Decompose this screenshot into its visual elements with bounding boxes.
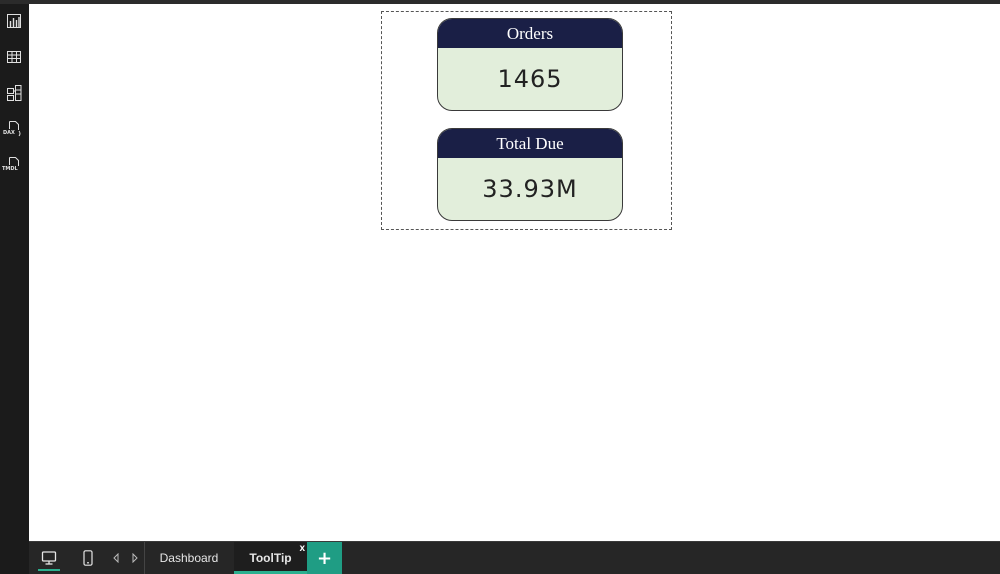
card-value: 1465 (497, 65, 563, 93)
desktop-monitor-icon (41, 551, 57, 565)
dax-query-button[interactable]: DAX (2, 117, 26, 141)
mobile-phone-icon (83, 550, 93, 566)
tmdl-view-button[interactable]: TMDL (2, 153, 26, 177)
orders-card[interactable]: Orders 1465 (437, 18, 623, 111)
model-view-icon (7, 85, 22, 101)
card-title: Total Due (438, 129, 622, 158)
total-due-card[interactable]: Total Due 33.93M (437, 128, 623, 221)
next-page-button[interactable] (128, 542, 142, 574)
chevron-right-icon (132, 553, 138, 563)
model-view-button[interactable] (2, 81, 26, 105)
prev-page-button[interactable] (109, 542, 123, 574)
add-page-button[interactable]: + (307, 542, 342, 574)
tab-tooltip[interactable]: ToolTip x (234, 542, 307, 574)
card-title: Orders (438, 19, 622, 48)
table-view-button[interactable] (2, 45, 26, 69)
close-tab-icon[interactable]: x (299, 543, 305, 554)
plus-icon: + (316, 547, 333, 569)
tab-label: Dashboard (159, 551, 219, 565)
card-value: 33.93M (482, 175, 578, 203)
left-rail: DAX TMDL (0, 4, 29, 574)
tab-label: ToolTip (249, 551, 292, 565)
chevron-left-icon (113, 553, 119, 563)
report-view-icon (7, 14, 21, 28)
desktop-layout-button[interactable] (35, 542, 63, 574)
table-view-icon (7, 51, 21, 63)
dax-badge: DAX (3, 130, 15, 136)
tab-dashboard[interactable]: Dashboard (145, 542, 233, 574)
report-view-button[interactable] (2, 9, 26, 33)
page-tabs-bar: Dashboard ToolTip x + (29, 541, 1000, 574)
tmdl-badge: TMDL (2, 166, 18, 172)
mobile-layout-button[interactable] (74, 542, 102, 574)
